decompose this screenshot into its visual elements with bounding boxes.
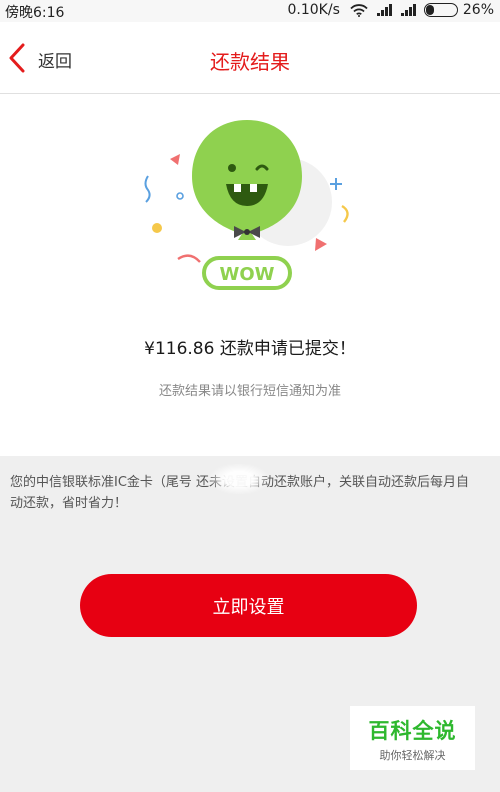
- confetti-arc: [341, 204, 349, 223]
- success-balloon-illustration: WOW: [144, 120, 349, 290]
- page-title: 还款结果: [210, 50, 290, 74]
- status-bar: 傍晚6:16 0.10K/s 26%: [0, 0, 500, 22]
- confetti-arc: [177, 254, 201, 263]
- confetti-squiggle: [144, 175, 151, 203]
- signal-icon: [400, 4, 416, 16]
- wifi-icon: [350, 3, 368, 17]
- battery-icon: [423, 3, 458, 17]
- status-right-group: 0.10K/s 26%: [288, 2, 495, 18]
- bow-tie-knot: [244, 229, 250, 235]
- signal-icon: [376, 4, 392, 16]
- result-hint: 还款结果请以银行短信通知为准: [158, 384, 341, 399]
- watermark-title: 百科全说: [368, 719, 457, 743]
- nav-bar: 返回 还款结果: [0, 22, 500, 94]
- watermark-subtitle: 助你轻松解决: [379, 749, 446, 762]
- balloon-eye: [228, 164, 236, 172]
- battery-level: [425, 5, 434, 15]
- wow-text: WOW: [219, 264, 274, 285]
- confetti-plus: [330, 178, 342, 190]
- balloon-tooth: [234, 184, 241, 192]
- masked-card-number: [210, 464, 268, 494]
- watermark-logo: 百科全说 助你轻松解决: [350, 706, 475, 770]
- network-speed: 0.10K/s: [287, 2, 340, 18]
- confetti-ring: [176, 192, 184, 200]
- amount-message: ¥116.86 还款申请已提交！: [144, 339, 356, 359]
- battery-percent: 26%: [462, 2, 494, 18]
- confetti-triangle: [170, 154, 180, 165]
- confetti-dot: [152, 223, 162, 233]
- confetti-triangle: [315, 238, 327, 251]
- status-time: 傍晚6:16: [5, 5, 65, 21]
- result-panel: WOW ¥116.86 还款申请已提交！ 还款结果请以银行短信通知为准: [0, 94, 500, 456]
- setup-now-button[interactable]: 立即设置: [80, 574, 417, 637]
- balloon-tooth: [250, 184, 257, 192]
